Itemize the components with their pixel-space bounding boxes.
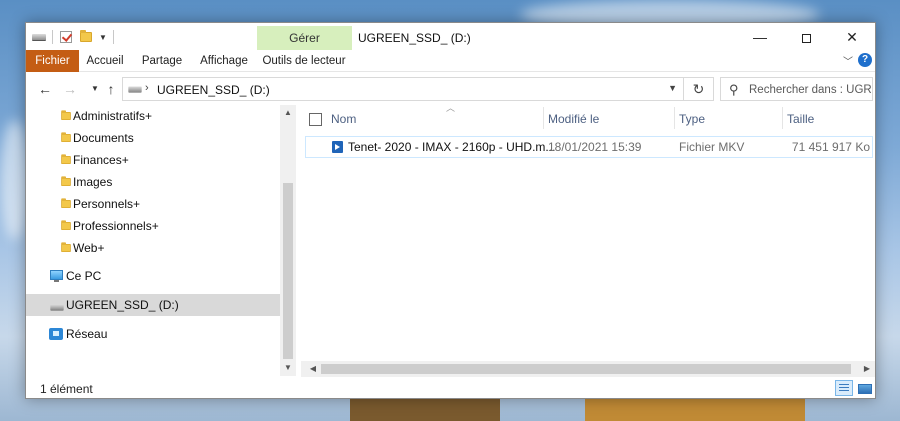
folder-icon [61, 220, 71, 230]
folder-icon [61, 132, 71, 142]
chevron-down-icon[interactable]: ﹀ [843, 53, 853, 68]
file-row[interactable]: Tenet- 2020 - IMAX - 2160p - UHD.m... 18… [305, 136, 873, 158]
horizontal-scrollbar[interactable]: ◀ ▶ [301, 361, 875, 377]
nav-network-label: Réseau [66, 327, 108, 341]
folder-icon [61, 110, 71, 120]
nav-folder[interactable]: Administratifs+ [26, 105, 280, 127]
tab-drive-tools[interactable]: Outils de lecteur [262, 50, 346, 72]
tab-view[interactable]: Affichage [199, 50, 249, 72]
folder-icon [61, 198, 71, 208]
scroll-up-icon[interactable]: ▲ [280, 105, 296, 121]
ribbon-tabs: Fichier Accueil Partage Affichage Outils… [26, 50, 875, 72]
navigation-pane: Administratifs+ Documents Finances+ Imag… [26, 105, 296, 376]
nav-folder-label: Finances+ [73, 153, 129, 167]
help-icon[interactable]: ? [858, 53, 872, 67]
maximize-icon [801, 33, 811, 43]
nav-folder-label: Images [73, 175, 113, 189]
background-rock [350, 397, 500, 421]
customize-toolbar-dropdown-icon[interactable]: ▼ [99, 33, 107, 42]
address-row: ← → ▼ ↑ › UGREEN_SSD_ (D:) ▼ ↻ ⚲ [26, 75, 875, 103]
nav-folder[interactable]: Professionnels+ [26, 215, 280, 237]
nav-folder-label: Administratifs+ [73, 109, 153, 123]
folder-icon [61, 242, 71, 252]
tab-file[interactable]: Fichier [26, 50, 79, 72]
large-icons-view-icon[interactable] [855, 380, 873, 396]
column-divider[interactable] [543, 107, 544, 129]
computer-icon [50, 270, 63, 282]
scrollbar-thumb[interactable] [321, 364, 851, 374]
properties-icon[interactable] [59, 30, 73, 44]
folder-icon [61, 154, 71, 164]
nav-folder-label: Web+ [73, 241, 105, 255]
column-divider[interactable] [674, 107, 675, 129]
address-dropdown-icon[interactable]: ▼ [668, 83, 677, 93]
contextual-tab-manage[interactable]: Gérer [257, 26, 352, 50]
details-view-icon[interactable] [835, 380, 853, 396]
window-title: UGREEN_SSD_ (D:) [358, 31, 471, 45]
quick-access-toolbar: ▼ [32, 30, 114, 44]
scroll-down-icon[interactable]: ▼ [280, 360, 296, 376]
forward-button[interactable]: → [60, 78, 80, 100]
new-folder-icon[interactable] [79, 30, 93, 44]
refresh-button[interactable]: ↻ [683, 78, 713, 100]
nav-pane-scrollbar[interactable]: ▲ ▼ [280, 105, 296, 376]
file-modified: 18/01/2021 15:39 [548, 140, 642, 154]
nav-network[interactable]: Réseau [26, 323, 280, 345]
network-icon [49, 328, 63, 340]
back-button[interactable]: ← [35, 78, 55, 100]
minimize-button[interactable]: — [737, 23, 783, 53]
title-bar: ▼ Gérer UGREEN_SSD_ (D:) — ✕ [26, 23, 875, 53]
nav-folder-label: Professionnels+ [73, 219, 159, 233]
nav-folder[interactable]: Images [26, 171, 280, 193]
toolbar-separator [52, 30, 53, 44]
column-header-modified[interactable]: Modifié le [548, 112, 599, 126]
folder-icon [61, 176, 71, 186]
select-all-checkbox[interactable] [309, 113, 322, 126]
nav-folder[interactable]: Documents [26, 127, 280, 149]
drive-icon [128, 86, 142, 93]
nav-drive-label: UGREEN_SSD_ (D:) [66, 298, 179, 312]
file-type: Fichier MKV [679, 140, 745, 154]
file-name: Tenet- 2020 - IMAX - 2160p - UHD.m... [348, 140, 556, 154]
scroll-left-icon[interactable]: ◀ [305, 361, 321, 377]
file-explorer-window: ▼ Gérer UGREEN_SSD_ (D:) — ✕ Fichier Acc… [25, 22, 876, 399]
nav-folder[interactable]: Finances+ [26, 149, 280, 171]
item-count: 1 élément [40, 382, 93, 396]
search-icon: ⚲ [729, 82, 739, 97]
nav-folder-label: Documents [73, 131, 134, 145]
status-bar: 1 élément [26, 377, 875, 399]
nav-this-pc-label: Ce PC [66, 269, 102, 283]
column-header-size[interactable]: Taille [787, 112, 814, 126]
column-header-type[interactable]: Type [679, 112, 705, 126]
tab-home[interactable]: Accueil [86, 50, 124, 72]
column-header-name[interactable]: Nom [331, 112, 356, 126]
search-box[interactable]: ⚲ [720, 77, 873, 101]
nav-this-pc[interactable]: Ce PC [26, 265, 280, 287]
nav-folder[interactable]: Web+ [26, 237, 280, 259]
scroll-right-icon[interactable]: ▶ [859, 361, 875, 377]
nav-drive-d[interactable]: UGREEN_SSD_ (D:) [26, 294, 280, 316]
sort-ascending-icon: ︿ [446, 103, 456, 113]
file-list: ︿ Nom Modifié le Type Taille Tenet- 2020… [301, 103, 875, 376]
up-button[interactable]: ↑ [101, 78, 121, 100]
toolbar-separator [112, 30, 114, 44]
tab-share[interactable]: Partage [140, 50, 184, 72]
column-headers: ︿ Nom Modifié le Type Taille [301, 103, 875, 133]
video-file-icon [332, 141, 343, 153]
breadcrumb-drive[interactable]: UGREEN_SSD_ (D:) [157, 83, 270, 97]
scrollbar-thumb[interactable] [283, 183, 293, 359]
file-size: 71 451 917 Ko [791, 140, 870, 154]
nav-folder[interactable]: Personnels+ [26, 193, 280, 215]
search-input[interactable] [749, 81, 871, 98]
drive-icon [50, 304, 64, 311]
background-rock [585, 397, 805, 421]
drive-icon[interactable] [32, 30, 46, 44]
column-divider[interactable] [782, 107, 783, 129]
maximize-button[interactable] [783, 23, 829, 53]
close-button[interactable]: ✕ [829, 23, 875, 53]
address-bar[interactable]: › UGREEN_SSD_ (D:) ▼ ↻ [122, 77, 714, 101]
breadcrumb-chevron-icon[interactable]: › [145, 82, 149, 94]
nav-folder-label: Personnels+ [73, 197, 141, 211]
